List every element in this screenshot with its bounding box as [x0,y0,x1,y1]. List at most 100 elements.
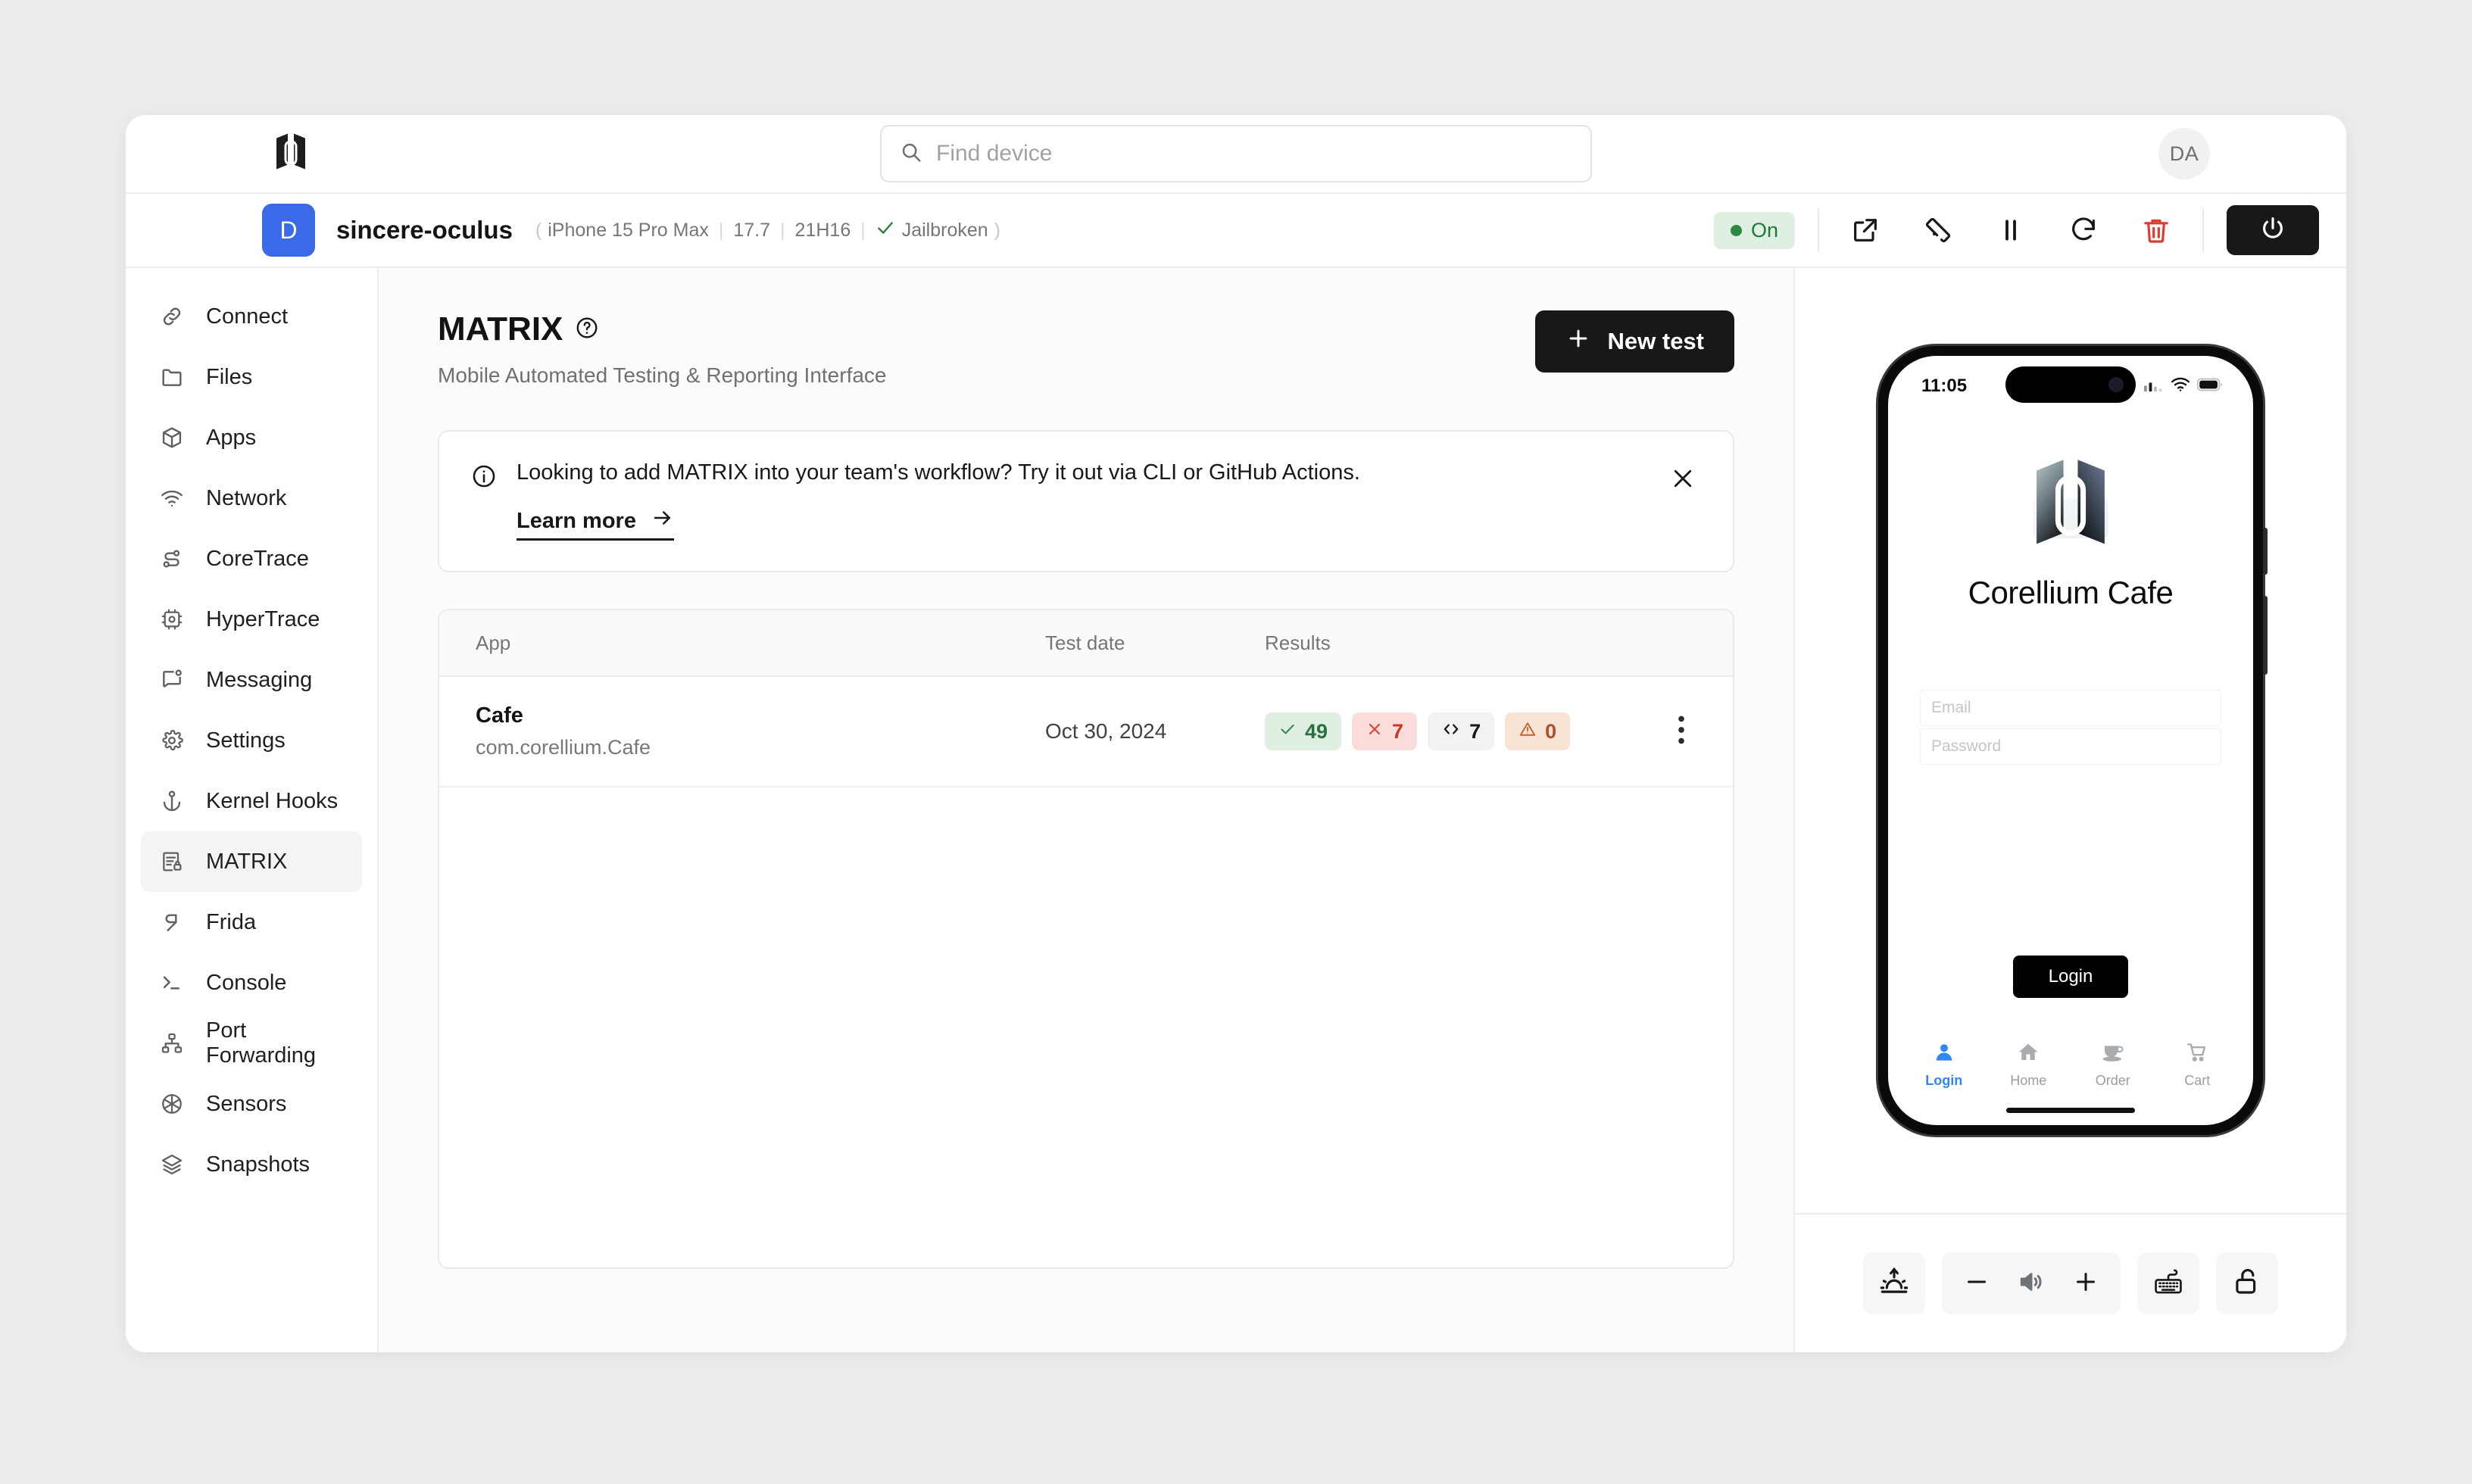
login-button[interactable]: Login [2013,956,2128,998]
tab-cart[interactable]: Cart [2159,1041,2235,1089]
sidebar-item-port-forwarding[interactable]: Port Forwarding [141,1013,362,1074]
folder-icon [158,363,186,391]
sidebar-item-console[interactable]: Console [141,952,362,1013]
code-icon [1441,719,1461,744]
table-header-row: App Test date Results [439,610,1733,677]
delete-icon[interactable] [2133,207,2180,254]
tab-login[interactable]: Login [1906,1041,1982,1089]
sidebar-item-messaging[interactable]: Messaging [141,650,362,710]
sidebar-item-label: Kernel Hooks [206,788,339,813]
badge-code: 7 [1428,712,1495,750]
volume-button[interactable] [2004,1252,2058,1314]
sidebar-item-label: Snapshots [206,1152,311,1177]
sidebar-item-coretrace[interactable]: CoreTrace [141,528,362,589]
sidebar-item-hypertrace[interactable]: HyperTrace [141,589,362,650]
tab-home[interactable]: Home [1990,1041,2066,1089]
sidebar-item-label: Files [206,364,253,389]
meta-separator: | [780,219,785,241]
avatar[interactable]: DA [2158,128,2210,179]
power-button[interactable] [2227,205,2319,255]
close-icon[interactable] [1665,460,1701,500]
password-field[interactable]: Password [1920,728,2221,765]
app-name: Cafe [476,703,523,728]
sidebar-item-label: Messaging [206,667,313,692]
sidebar-item-label: Settings [206,728,286,753]
keyboard-icon [2152,1266,2184,1302]
sidebar-item-snapshots[interactable]: Snapshots [141,1134,362,1195]
rotate-device-icon[interactable] [1915,207,1962,254]
info-icon [471,463,497,493]
keyboard-button[interactable] [2137,1252,2199,1314]
sidebar-item-network[interactable]: Network [141,468,362,528]
status-label: On [1750,218,1778,242]
sidebar-item-label: CoreTrace [206,546,309,571]
device-avatar[interactable]: D [262,204,315,257]
sidebar-item-label: Console [206,970,287,995]
x-icon [1366,720,1384,744]
brightness-icon [1878,1266,1910,1302]
search-bar[interactable] [880,125,1592,182]
page-subtitle: Mobile Automated Testing & Reporting Int… [438,363,887,387]
cart-icon [2186,1041,2208,1068]
search-input[interactable] [936,141,1572,167]
cell-results: 49 7 7 0 [1265,712,1666,750]
restart-icon[interactable] [2060,207,2107,254]
learn-more-link[interactable]: Learn more [517,507,674,541]
device-model: iPhone 15 Pro Max [548,219,709,241]
info-banner: Looking to add MATRIX into your team's w… [438,430,1734,572]
search-icon [900,141,922,167]
badge-passed-count: 49 [1305,719,1328,743]
table-row[interactable]: Cafe com.corellium.Cafe Oct 30, 2024 49 [439,677,1733,787]
volume-controls [1942,1252,2121,1314]
page-header: MATRIX Mobile Automated Testing & Report… [438,310,1734,388]
help-circle-icon[interactable] [575,310,599,348]
phone-screen[interactable]: 11:05 Corellium Cafe Email Password Logi… [1888,356,2253,1125]
top-bar: DA [126,115,2346,194]
tab-order[interactable]: Order [2075,1041,2151,1089]
sidebar-item-matrix[interactable]: MATRIX [141,831,362,892]
device-name[interactable]: sincere-oculus [336,216,513,245]
email-field[interactable]: Email [1920,690,2221,726]
corellium-logo[interactable] [274,132,307,176]
jailbroken-status: Jailbroken [876,218,988,243]
frida-icon [158,908,186,937]
sidebar-item-label: Sensors [206,1091,287,1116]
app-window: DA D sincere-oculus ( iPhone 15 Pro Max … [126,115,2346,1352]
banner-text: Looking to add MATRIX into your team's w… [517,460,1360,485]
tab-cart-label: Cart [2184,1073,2211,1088]
brightness-button[interactable] [1863,1252,1925,1314]
sidebar-item-frida[interactable]: Frida [141,892,362,952]
open-external-icon[interactable] [1842,207,1889,254]
login-form: Email Password [1888,690,2253,765]
kebab-menu-icon[interactable] [1666,707,1696,756]
badge-failed-count: 7 [1392,719,1404,743]
meta-separator: | [860,219,866,241]
volume-up-button[interactable] [2058,1252,2113,1314]
lock-button[interactable] [2216,1252,2278,1314]
sidebar-item-settings[interactable]: Settings [141,710,362,771]
device-build: 21H16 [794,219,851,241]
sidebar-item-apps[interactable]: Apps [141,407,362,468]
wifi-icon [2171,377,2190,396]
status-bar-indicators [2144,377,2223,396]
paren-close: ) [994,219,1000,241]
learn-more-label: Learn more [517,508,636,533]
phone-tab-bar: Login Home Order Cart [1888,1041,2253,1089]
check-icon [1278,720,1297,744]
sidebar: Connect Files Apps Network CoreTrace Hyp… [126,268,379,1352]
status-bar-time: 11:05 [1921,376,1968,396]
sidebar-item-sensors[interactable]: Sensors [141,1074,362,1134]
volume-down-button[interactable] [1949,1252,2004,1314]
sidebar-item-files[interactable]: Files [141,347,362,407]
phone-frame: 11:05 Corellium Cafe Email Password Logi… [1878,346,2268,1135]
body: Connect Files Apps Network CoreTrace Hyp… [126,268,2346,1352]
new-test-button[interactable]: New test [1534,310,1734,373]
sidebar-item-label: Connect [206,304,289,329]
status-badge: On [1713,211,1795,249]
device-bar: D sincere-oculus ( iPhone 15 Pro Max | 1… [126,194,2346,268]
sidebar-item-kernel-hooks[interactable]: Kernel Hooks [141,771,362,831]
sidebar-item-connect[interactable]: Connect [141,286,362,347]
coffee-cup-icon [2101,1041,2125,1068]
anchor-icon [158,787,186,815]
pause-icon[interactable] [1987,207,2034,254]
